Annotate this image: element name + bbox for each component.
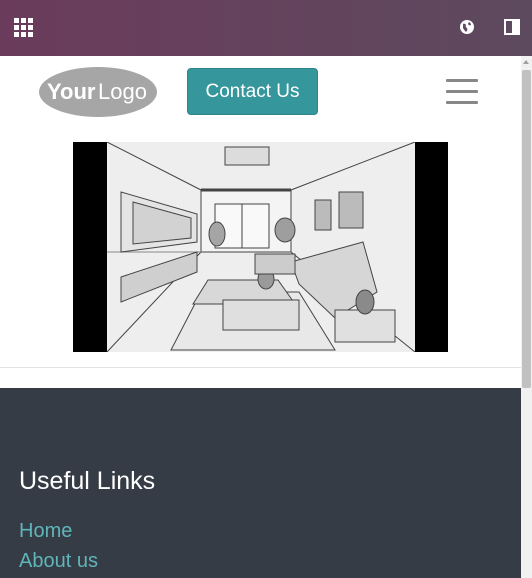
top-admin-bar xyxy=(0,0,532,56)
main-content xyxy=(0,127,521,368)
hamburger-menu-icon[interactable] xyxy=(446,79,478,105)
logo-text-logo: Logo xyxy=(98,79,147,104)
footer-link-home[interactable]: Home xyxy=(19,520,72,543)
sidebar-toggle-icon[interactable] xyxy=(503,18,521,36)
site-header: Your Logo Contact Us xyxy=(0,56,521,128)
scroll-up-arrow-icon[interactable] xyxy=(523,60,529,64)
site-footer: Useful Links Home About us xyxy=(0,388,521,578)
company-logo[interactable]: Your Logo xyxy=(38,66,158,118)
globe-icon[interactable] xyxy=(459,19,475,35)
scrollbar-thumb[interactable] xyxy=(522,70,531,388)
living-room-sketch-image xyxy=(73,142,448,352)
apps-grid-icon[interactable] xyxy=(14,18,34,38)
contact-us-button[interactable]: Contact Us xyxy=(187,68,318,115)
footer-section-title: Useful Links xyxy=(19,467,156,495)
page-scrollbar[interactable] xyxy=(521,56,532,578)
logo-text-your: Your xyxy=(47,79,96,104)
footer-link-about-us[interactable]: About us xyxy=(19,550,98,573)
